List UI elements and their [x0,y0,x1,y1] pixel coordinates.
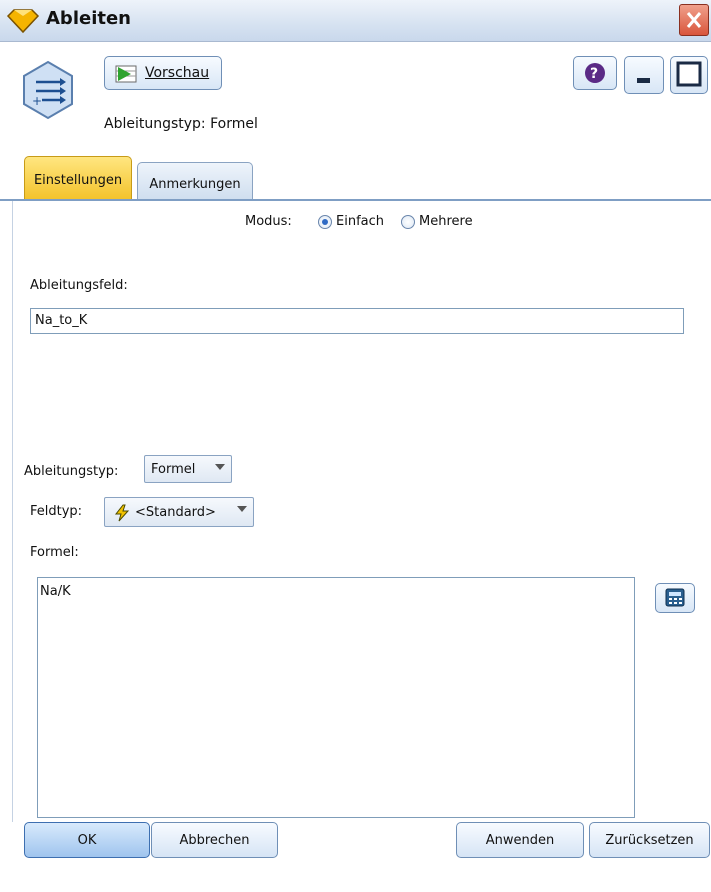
derive-field-label: Ableitungsfeld: [30,278,128,293]
mode-label: Modus: [245,214,292,229]
close-icon [686,12,702,28]
field-type-label: Feldtyp: [30,504,83,519]
cancel-button[interactable]: Abbrechen [151,822,278,858]
close-button[interactable] [679,4,709,36]
window-title: Ableiten [46,8,131,29]
chevron-down-icon [215,464,225,470]
mode-simple-radio[interactable] [318,215,332,229]
field-type-value: <Standard> [135,505,216,520]
minimize-button[interactable] [624,56,664,94]
mode-multiple-label: Mehrere [419,214,473,229]
apply-button[interactable]: Anwenden [456,822,584,858]
node-subtitle: Ableitungstyp: Formel [104,116,258,132]
svg-text:?: ? [590,66,598,82]
title-bar: Ableiten [0,0,711,42]
app-diamond-icon [6,9,40,34]
tab-settings[interactable]: Einstellungen [24,156,132,200]
maximize-icon [676,61,702,87]
derive-type-value: Formel [151,462,196,477]
help-icon: ? [585,63,605,83]
preview-label: Vorschau [145,65,210,81]
derive-type-dropdown[interactable]: Formel [144,455,232,483]
reset-button[interactable]: Zurücksetzen [589,822,710,858]
tab-annotations[interactable]: Anmerkungen [137,162,253,200]
formula-editor[interactable]: Na/K [37,577,635,818]
help-button[interactable]: ? [573,56,617,90]
derive-field-input[interactable]: Na_to_K [30,308,684,334]
expression-builder-button[interactable] [655,583,695,613]
lightning-icon [114,504,130,522]
formula-label: Formel: [30,545,79,560]
ok-button[interactable]: OK [24,822,150,858]
play-table-icon [115,65,137,83]
mode-multiple-radio[interactable] [401,215,415,229]
derive-node-icon: + [23,60,73,120]
derive-type-label: Ableitungstyp: [24,464,119,479]
svg-text:+: + [32,94,42,108]
field-type-dropdown[interactable]: <Standard> [104,497,254,527]
mode-simple-label: Einfach [336,214,384,229]
maximize-button[interactable] [670,56,708,94]
preview-button[interactable]: Vorschau [104,56,222,90]
calculator-icon [665,588,685,607]
minimize-icon [637,78,650,83]
tab-strip: Einstellungen Anmerkungen [0,156,711,200]
chevron-down-icon [237,506,247,512]
